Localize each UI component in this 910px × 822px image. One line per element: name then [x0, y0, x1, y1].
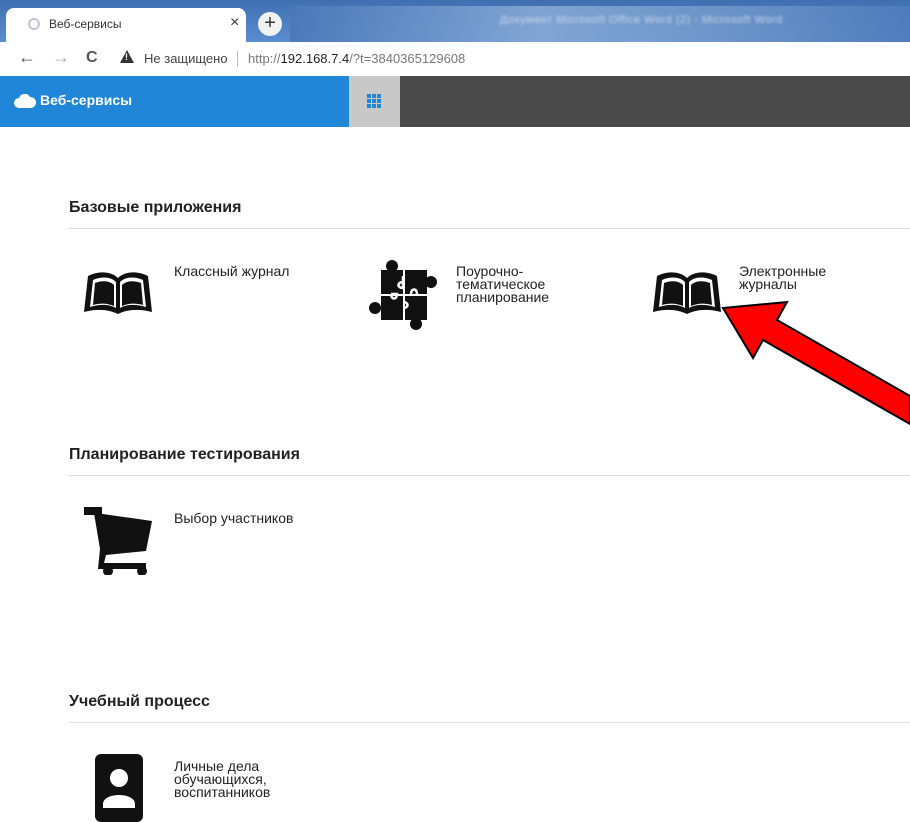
red-arrow-annotation: [721, 300, 910, 426]
app-tile-label: Личные дела обучающихся, воспитанников: [174, 759, 271, 800]
address-bar[interactable]: http://192.168.7.4/?t=3840365129608: [248, 51, 465, 66]
app-tile-label: Поурочно- тематическое планирование: [456, 264, 550, 305]
tab-favicon-icon: [28, 18, 40, 30]
app-header: Веб-сервисы: [0, 76, 910, 127]
section-title-basic-apps: Базовые приложения: [69, 199, 242, 216]
new-tab-button[interactable]: +: [258, 12, 282, 36]
cart-icon: [84, 507, 152, 575]
brand-link[interactable]: Веб-сервисы: [0, 76, 349, 127]
tab-close-icon[interactable]: ×: [230, 14, 239, 32]
app-tile-label: Электронные журналы: [739, 264, 826, 292]
label-line: журналы: [739, 276, 797, 292]
section-title-learning-process: Учебный процесс: [69, 693, 210, 710]
forward-arrow-icon[interactable]: →: [52, 47, 70, 68]
brand-label: Веб-сервисы: [40, 92, 133, 108]
label-line: воспитанников: [174, 784, 271, 800]
url-host: 192.168.7.4: [280, 51, 350, 66]
section-title-test-planning: Планирование тестирования: [69, 446, 300, 463]
person-card-icon: [95, 754, 143, 822]
book-icon: [653, 272, 721, 314]
tab-title: Веб-сервисы: [49, 17, 122, 31]
browser-tabstrip: Документ Microsoft Office Word (2) - Mic…: [0, 0, 910, 42]
browser-tab[interactable]: Веб-сервисы ×: [6, 8, 246, 42]
browser-toolbar: ← → C ! Не защищено http://192.168.7.4/?…: [0, 42, 910, 77]
reload-icon[interactable]: C: [86, 49, 98, 67]
apps-grid-button[interactable]: [349, 76, 400, 127]
other-window-title: Документ Microsoft Office Word (2) - Mic…: [500, 14, 783, 26]
section-divider: [69, 475, 910, 476]
cloud-icon: [14, 94, 36, 108]
label-line: планирование: [456, 289, 550, 305]
warning-mark: !: [125, 52, 128, 62]
back-arrow-icon[interactable]: ←: [18, 47, 36, 68]
url-path: /?t=3840365129608: [349, 51, 466, 66]
puzzle-icon: [369, 260, 437, 330]
grid-icon: [367, 94, 381, 108]
section-divider: [69, 722, 910, 723]
address-separator: [237, 51, 238, 67]
app-tile-label: Классный журнал: [174, 263, 290, 279]
section-divider: [69, 228, 910, 229]
book-icon: [84, 272, 152, 314]
security-status[interactable]: Не защищено: [144, 51, 228, 66]
url-scheme: http://: [248, 51, 281, 66]
app-tile-label: Выбор участников: [174, 510, 294, 526]
